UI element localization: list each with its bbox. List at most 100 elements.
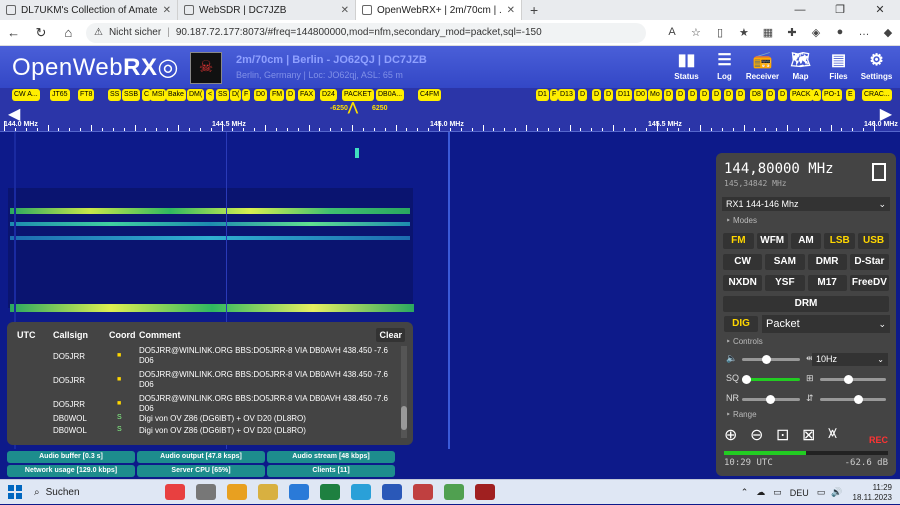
scrollbar-thumb[interactable] [401,406,407,430]
bookmark-11[interactable]: D( [230,89,242,101]
menu-files[interactable]: ▤ Files [821,50,856,81]
close-window-icon[interactable]: ✕ [860,0,900,20]
explorer-icon[interactable] [258,484,278,500]
bookmark-21[interactable]: D1 [536,89,549,101]
openwebrx-logo[interactable]: OpenWebRX◎ [12,53,179,82]
close-icon[interactable]: ✕ [341,5,349,16]
bookmark-7[interactable]: Bake [166,89,186,101]
bookmark-27[interactable]: D11 [616,89,633,101]
edge-icon[interactable] [289,484,309,500]
volume-slider[interactable] [742,355,800,364]
mode-button-lsb[interactable]: LSB [824,233,856,249]
bookmark-17[interactable]: D24 [320,89,337,101]
bookmark-24[interactable]: D [578,89,588,101]
extensions-icon[interactable]: ✚ [780,26,804,39]
display-icon[interactable]: ▭ [773,487,782,498]
cloud-icon[interactable]: ☁ [756,487,765,498]
mode-button-am[interactable]: AM [790,233,822,249]
bookmark-32[interactable]: D [688,89,698,101]
log-callsign[interactable]: DB0WOL [53,426,87,435]
mode-button-m17[interactable]: M17 [807,275,847,291]
menu-log[interactable]: ☰ Log [707,50,742,81]
bookmark-icon[interactable] [872,163,886,181]
warning-icon[interactable]: ⚠ [94,27,103,38]
taskbar-search[interactable]: ⌕ Suchen [34,483,154,501]
bookmark-44[interactable]: CRAC... [862,89,892,101]
maximize-icon[interactable]: ❐ [820,0,860,20]
mode-button-nxdn[interactable]: NXDN [723,275,763,291]
bookmark-30[interactable]: D [664,89,674,101]
bookmark-42[interactable]: PO-1 [822,89,843,101]
log-callsign[interactable]: DO5JRR [53,376,85,385]
bookmark-36[interactable]: D [736,89,746,101]
bookmark-1[interactable]: JT65 [50,89,70,101]
star-icon[interactable]: ☆ [684,26,708,39]
app-icon[interactable] [413,484,433,500]
home-icon[interactable]: ⌂ [55,25,82,40]
language-indicator[interactable]: DEU [790,488,809,498]
mode-button-sam[interactable]: SAM [765,254,805,270]
bookmark-39[interactable]: D [778,89,788,101]
zoom-in-icon[interactable]: ⊕ [724,425,737,445]
close-icon[interactable]: ✕ [163,5,171,16]
log-coord[interactable]: S [117,414,122,421]
log-coord[interactable]: ■ [117,400,121,407]
zoom-band-icon[interactable]: ⊠ [802,425,815,445]
copilot-icon[interactable]: ◆ [876,26,900,39]
browser-tab-2[interactable]: WebSDR | DC7JZB ✕ [178,0,356,20]
excel-icon[interactable] [320,484,340,500]
shield-icon[interactable]: ◈ [804,26,828,39]
waterfall-auto-icon[interactable]: ⩙ [828,425,837,443]
log-callsign[interactable]: DO5JRR [53,352,85,361]
bookmark-35[interactable]: D [724,89,734,101]
bookmark-3[interactable]: SS [108,89,122,101]
mode-button-freedv[interactable]: FreeDV [849,275,889,291]
mode-button-d-star[interactable]: D-Star [849,254,889,270]
mode-button-drm[interactable]: DRM [723,296,889,312]
mode-button-usb[interactable]: USB [858,233,889,249]
bookmark-8[interactable]: DM( [187,89,205,101]
mute-icon[interactable]: ⊞ [806,373,814,384]
dig-button[interactable]: DIG [724,316,758,332]
log-scrollbar[interactable] [401,346,407,438]
bookmark-13[interactable]: D0 [254,89,267,101]
passband-marker-icon[interactable]: ⋀ [348,100,358,114]
split-icon[interactable]: ▯ [708,26,732,39]
url-field[interactable]: ⚠ Nicht sicher | 90.187.72.177:8073/#fre… [85,22,646,43]
chevron-up-icon[interactable]: ⌃ [741,487,749,498]
level-slider[interactable] [820,375,886,384]
minimize-icon[interactable]: — [780,0,820,20]
office-icon[interactable] [227,484,247,500]
bookmark-23[interactable]: D13 [558,89,575,101]
word-icon[interactable] [382,484,402,500]
bookmark-40[interactable]: PACK [790,89,813,101]
log-coord[interactable]: ■ [117,352,121,359]
profile-icon[interactable]: ● [828,26,852,39]
slider-knob[interactable] [762,355,771,364]
squelch-label[interactable]: SQ [726,373,739,383]
news-widget-icon[interactable] [165,484,185,500]
menu-map[interactable]: 🗺 Map [783,50,818,81]
squelch-slider[interactable] [742,375,800,384]
bookmark-20[interactable]: C4FM [418,89,442,101]
bookmark-4[interactable]: SSB [122,89,141,101]
bookmark-25[interactable]: D [592,89,602,101]
new-tab-icon[interactable]: + [530,2,538,18]
app-icon[interactable] [444,484,464,500]
bookmark-43[interactable]: E [846,89,855,101]
close-icon[interactable]: ✕ [507,5,515,16]
bookmark-29[interactable]: Mo [648,89,662,101]
browser-tab-3[interactable]: OpenWebRX+ | 2m/70cm | ... ✕ [356,0,522,20]
noise-reduction-label[interactable]: NR [726,393,739,403]
mode-button-cw[interactable]: CW [723,254,763,270]
bookmark-9[interactable]: < [206,89,215,101]
bookmark-6[interactable]: MSI [150,89,167,101]
slider-knob[interactable] [844,375,853,384]
bookmark-2[interactable]: FT8 [78,89,95,101]
bookmark-31[interactable]: D [676,89,686,101]
start-icon[interactable] [8,485,22,499]
log-coord[interactable]: S [117,426,122,433]
back-icon[interactable]: ← [0,25,27,40]
bookmark-16[interactable]: FAX [298,89,316,101]
app-icon[interactable] [475,484,495,500]
